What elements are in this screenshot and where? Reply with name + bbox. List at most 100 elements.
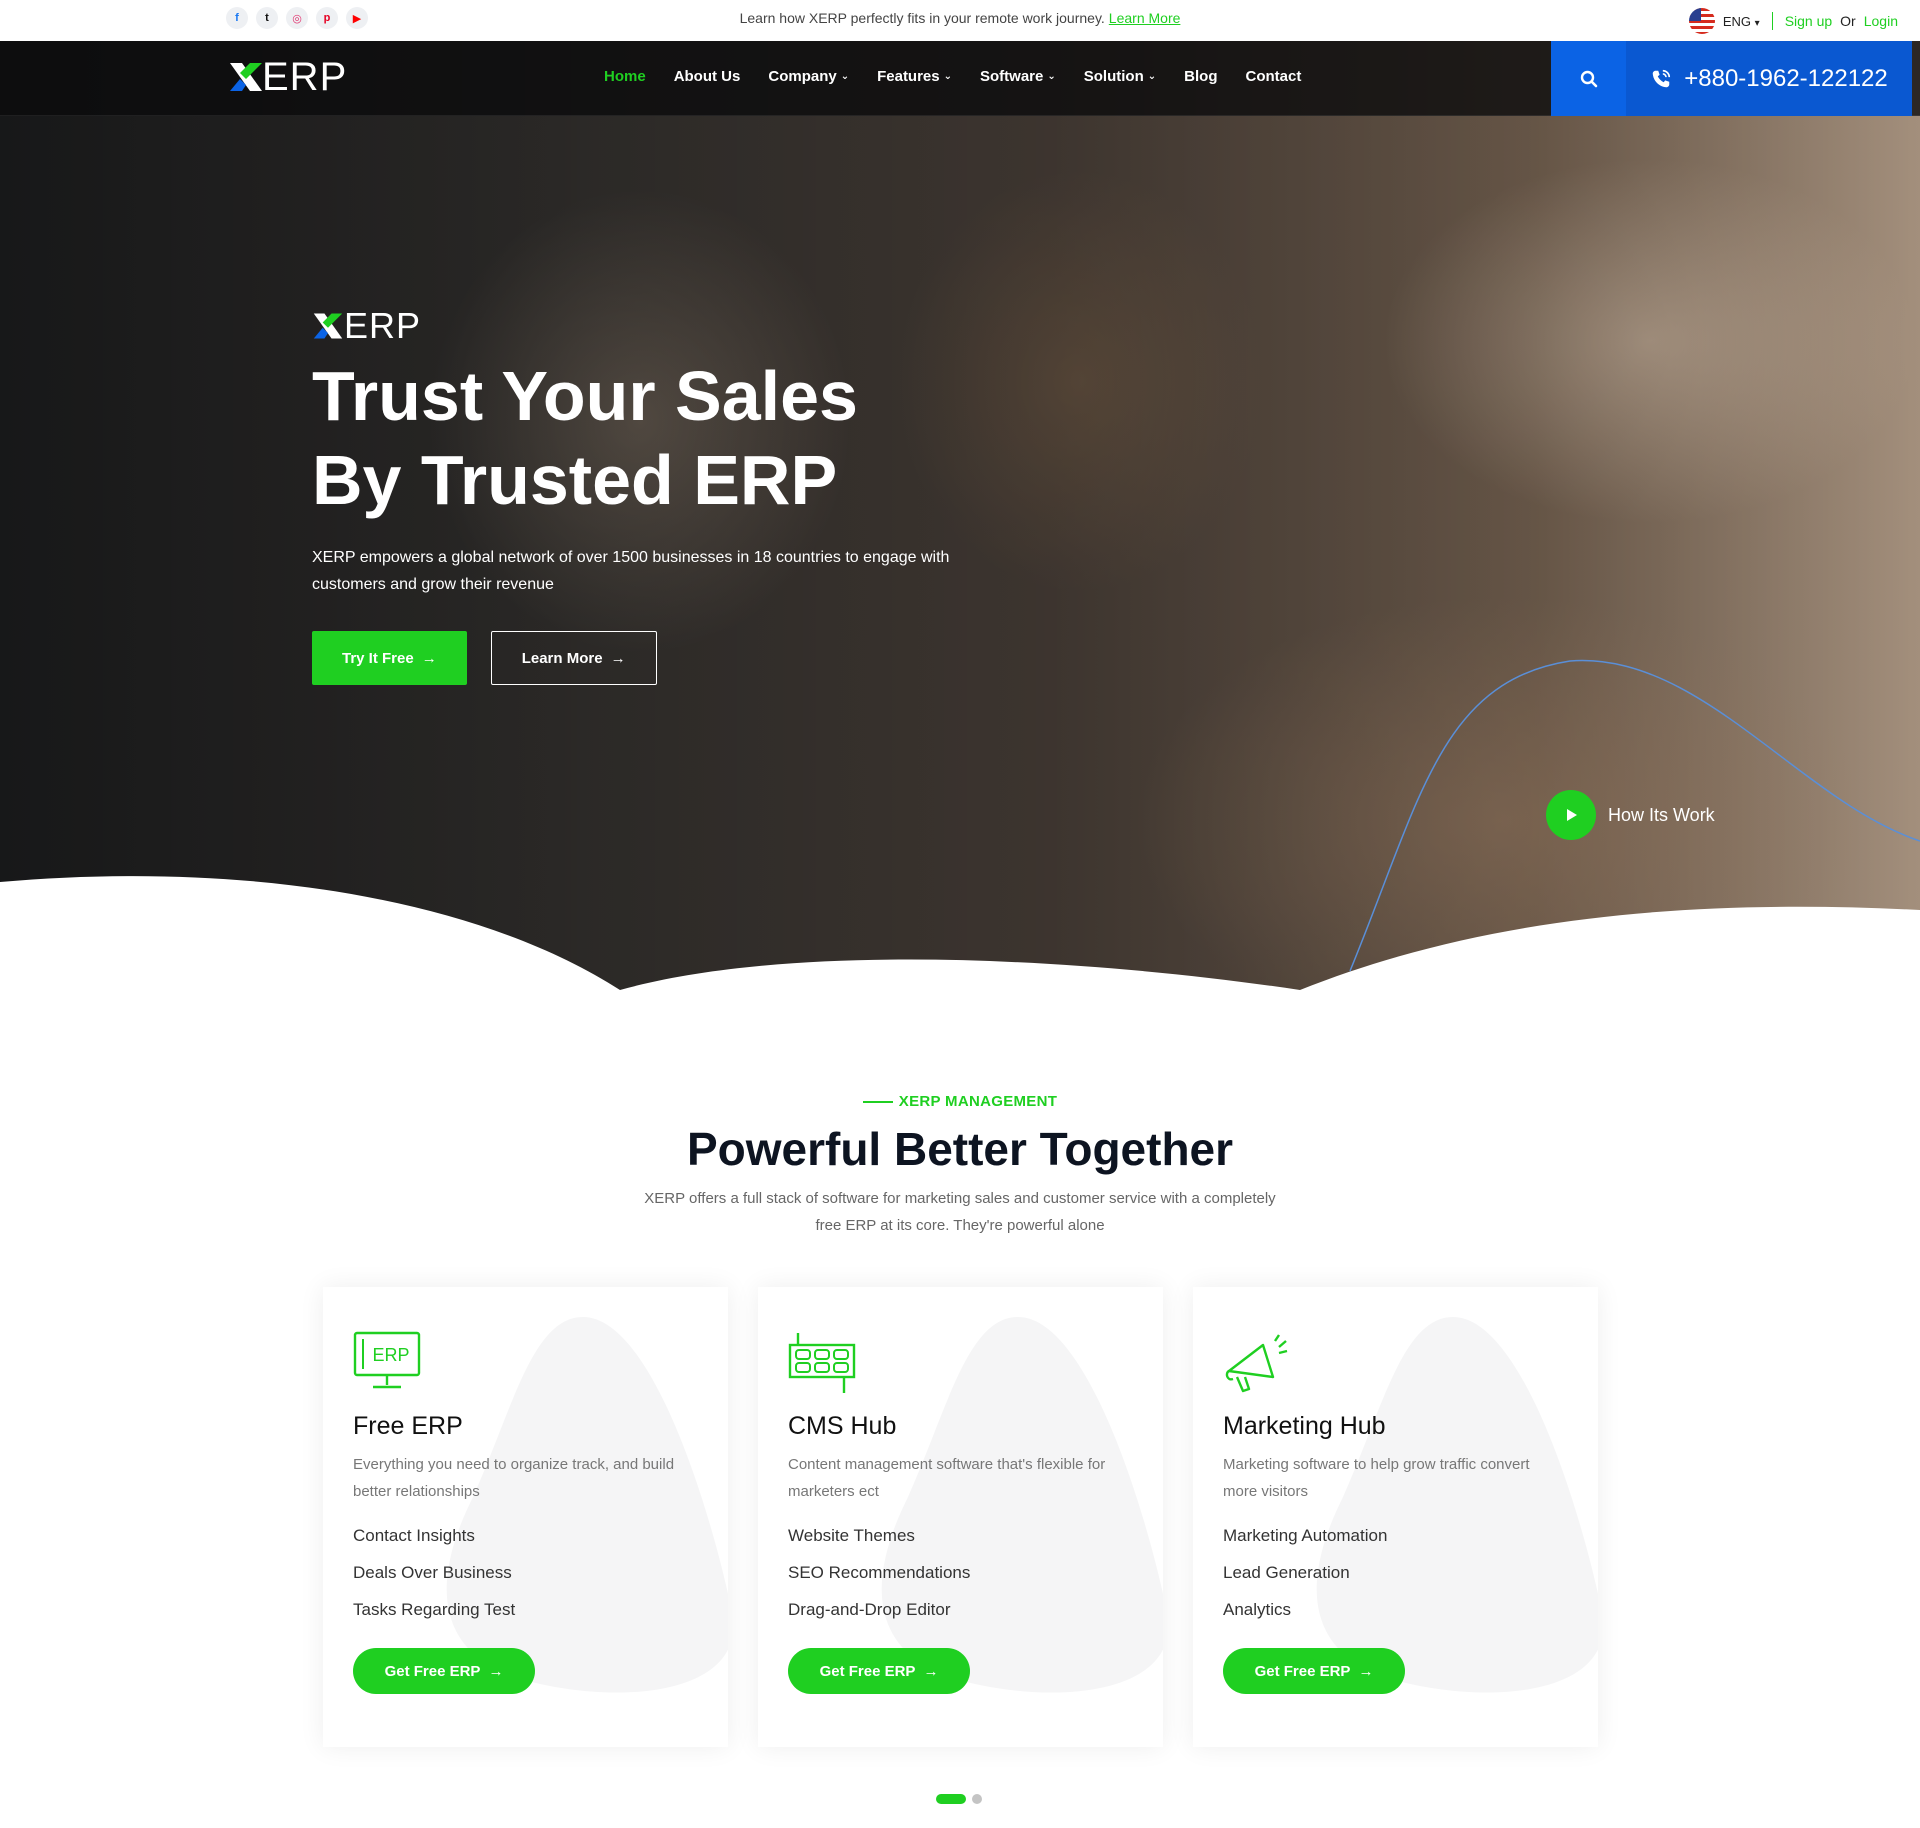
- feature-card-marketing-hub: Marketing Hub Marketing software to help…: [1193, 1287, 1598, 1747]
- card-title: CMS Hub: [788, 1412, 897, 1440]
- or-label: Or: [1840, 13, 1856, 29]
- card-title: Free ERP: [353, 1412, 463, 1440]
- nav-contact[interactable]: Contact: [1245, 68, 1301, 85]
- arrow-right-icon: →: [421, 649, 437, 667]
- phone-icon: [1652, 69, 1671, 87]
- announcement: Learn how XERP perfectly fits in your re…: [0, 10, 1920, 26]
- card-description: Marketing software to help grow traffic …: [1223, 1456, 1530, 1500]
- chevron-down-icon: ▾: [1754, 17, 1760, 29]
- list-item: Marketing Automation: [1223, 1526, 1388, 1545]
- hero-content: ERP Trust Your Sales By Trusted ERP XERP…: [312, 305, 1012, 685]
- chevron-down-icon: ⌄: [840, 71, 850, 82]
- nav-about-us[interactable]: About Us: [674, 68, 741, 85]
- hero-actions: Try It Free → Learn More →: [312, 631, 1012, 685]
- nav-solution[interactable]: Solution ⌄: [1084, 68, 1156, 85]
- card-description: Everything you need to organize track, a…: [353, 1456, 675, 1500]
- arrow-right-icon: →: [1358, 1662, 1374, 1680]
- section-title: Powerful Better Together: [686, 1123, 1234, 1175]
- card-blob-decor: [881, 1317, 1163, 1693]
- nav-software[interactable]: Software ⌄: [980, 68, 1056, 85]
- megaphone-icon: [1225, 1334, 1288, 1393]
- card-feature-list: Marketing Automation Lead Generation Ana…: [1223, 1517, 1568, 1628]
- get-free-erp-button[interactable]: Get Free ERP →: [353, 1648, 535, 1694]
- eyebrow-text: XERP MANAGEMENT: [898, 1093, 1058, 1110]
- erp-icon-text: ERP: [372, 1345, 409, 1365]
- card-blob-decor: [1316, 1317, 1598, 1693]
- feature-card-cms-hub: CMS Hub Content management software that…: [758, 1287, 1163, 1747]
- nav-label: Home: [604, 68, 646, 85]
- carousel-dot-1[interactable]: [936, 1794, 966, 1804]
- divider: [1771, 12, 1773, 30]
- xerp-logo-icon: [230, 63, 262, 91]
- section-subtitle: XERP offers a full stack of software for…: [644, 1190, 1276, 1234]
- list-item: SEO Recommendations: [788, 1563, 971, 1582]
- announcement-link[interactable]: Learn More: [1109, 10, 1181, 26]
- list-item: Contact Insights: [353, 1526, 475, 1545]
- how-it-works-button[interactable]: How Its Work: [1546, 790, 1715, 840]
- xerp-logo-icon: [313, 313, 343, 339]
- card-blob-decor: [446, 1317, 728, 1693]
- logo-text: ERP: [262, 55, 348, 99]
- hero-title: Trust Your Sales By Trusted ERP: [312, 354, 1012, 522]
- section-eyebrow: XERP MANAGEMENT: [0, 1093, 1920, 1110]
- list-item: Deals Over Business: [353, 1563, 512, 1582]
- hero-title-line2: By Trusted ERP: [312, 441, 838, 519]
- list-item: Lead Generation: [1223, 1563, 1350, 1582]
- nav-features[interactable]: Features ⌄: [877, 68, 952, 85]
- nav-label: Features: [877, 68, 940, 85]
- button-label: Get Free ERP: [384, 1662, 481, 1680]
- language-selector[interactable]: ENG ▾: [1723, 14, 1760, 29]
- button-label: Try It Free: [342, 649, 414, 667]
- list-item: Drag-and-Drop Editor: [788, 1600, 951, 1619]
- nav-label: Solution: [1083, 68, 1144, 85]
- card-description: Content management software that's flexi…: [788, 1456, 1106, 1500]
- search-button[interactable]: [1551, 41, 1626, 116]
- feature-card-free-erp: ERP Free ERP Everything you need to orga…: [323, 1287, 728, 1747]
- nav-label: About Us: [673, 68, 741, 85]
- language-label: ENG: [1722, 13, 1752, 29]
- nav-home[interactable]: Home: [604, 68, 646, 85]
- nav-label: Contact: [1245, 68, 1302, 85]
- announcement-text: Learn how XERP perfectly fits in your re…: [739, 10, 1105, 26]
- phone-contact[interactable]: +880-1962-122122: [1626, 41, 1912, 116]
- carousel-dot-2[interactable]: [972, 1794, 982, 1804]
- arrow-right-icon: →: [488, 1662, 504, 1680]
- get-free-erp-button[interactable]: Get Free ERP →: [788, 1648, 970, 1694]
- card-title: Marketing Hub: [1223, 1412, 1386, 1440]
- us-flag-icon: [1688, 8, 1715, 34]
- chevron-down-icon: ⌄: [943, 71, 953, 82]
- play-icon: [1546, 790, 1596, 840]
- login-link[interactable]: Login: [1864, 13, 1898, 29]
- carousel-pagination: [936, 1794, 982, 1804]
- phone-number: +880-1962-122122: [1684, 64, 1888, 92]
- button-label: Get Free ERP: [1254, 1662, 1351, 1680]
- eyebrow-dash: [862, 1101, 893, 1104]
- site-logo[interactable]: ERP: [228, 55, 348, 99]
- arrow-right-icon: →: [610, 649, 626, 667]
- nav-menu: Home About Us Company ⌄ Features ⌄ Softwar…: [604, 68, 1301, 85]
- chevron-down-icon: ⌄: [1147, 71, 1157, 82]
- card-feature-list: Contact Insights Deals Over Business Tas…: [353, 1517, 698, 1628]
- search-icon: [1580, 70, 1597, 87]
- nav-label: Company: [768, 68, 837, 85]
- nav-label: Software: [980, 68, 1044, 85]
- hero-logo-text: ERP: [344, 305, 422, 346]
- button-label: Get Free ERP: [819, 1662, 916, 1680]
- nav-company[interactable]: Company ⌄: [768, 68, 849, 85]
- erp-monitor-icon: ERP: [353, 1331, 421, 1389]
- top-bar: f t ◎ p ▶ Learn how XERP perfectly fits …: [0, 0, 1920, 41]
- button-label: Learn More: [521, 649, 603, 667]
- arrow-right-icon: →: [923, 1662, 939, 1680]
- feature-cards: ERP Free ERP Everything you need to orga…: [323, 1287, 1598, 1747]
- nav-blog[interactable]: Blog: [1184, 68, 1217, 85]
- get-free-erp-button[interactable]: Get Free ERP →: [1223, 1648, 1405, 1694]
- list-item: Website Themes: [788, 1526, 915, 1545]
- learn-more-button[interactable]: Learn More →: [490, 631, 657, 685]
- signup-link[interactable]: Sign up: [1785, 13, 1832, 29]
- nav-label: Blog: [1184, 68, 1218, 85]
- card-feature-list: Website Themes SEO Recommendations Drag-…: [788, 1517, 1133, 1628]
- try-it-free-button[interactable]: Try It Free →: [312, 631, 467, 685]
- hero-title-line1: Trust Your Sales: [312, 357, 858, 435]
- hero-subtitle: XERP empowers a global network of over 1…: [312, 549, 950, 593]
- chevron-down-icon: ⌄: [1047, 71, 1056, 82]
